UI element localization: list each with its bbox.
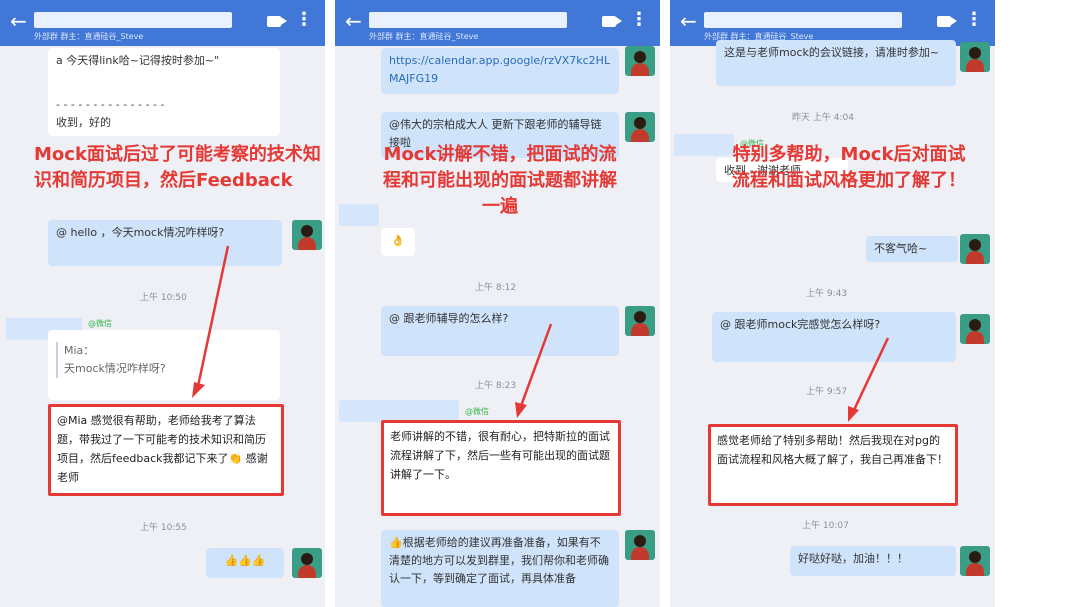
pointer-arrow xyxy=(848,337,890,422)
avatar xyxy=(292,220,322,250)
video-call-icon[interactable] xyxy=(937,16,957,27)
divider-text: - - - - - - - - - - - - - - - xyxy=(56,98,165,111)
quoted-text: 天mock情况咋样呀? xyxy=(64,362,166,375)
avatar xyxy=(960,546,990,576)
link-message[interactable]: https://calendar.app.google/rzVX7kc2HLMA… xyxy=(381,48,619,94)
quoted-author: Mia： xyxy=(64,344,95,357)
chat-header: ← 外部群 群主：直通硅谷_Steve ⋮ xyxy=(0,0,325,46)
highlighted-message: 老师讲解的不错，很有耐心，把特斯拉的面试流程讲解了下，然后一些有可能出现的面试题… xyxy=(381,420,621,516)
group-subtitle: 外部群 群主：直通硅谷_Steve xyxy=(34,32,144,41)
message-text: a 今天得link哈~记得按时参加~" xyxy=(56,54,220,67)
timestamp: 昨天 上午 4:04 xyxy=(792,113,854,123)
message-text: @ hello ，今天mock情况咋样呀? xyxy=(56,226,225,239)
timestamp: 上午 9:57 xyxy=(806,387,848,397)
annotation-text: Mock面试后过了可能考察的技术知识和简历项目，然后Feedback xyxy=(34,144,321,191)
avatar xyxy=(960,234,990,264)
avatar xyxy=(625,530,655,560)
more-icon[interactable]: ⋮ xyxy=(965,10,983,30)
timestamp: 上午 10:50 xyxy=(140,293,187,303)
back-arrow-icon[interactable]: ← xyxy=(680,9,697,33)
message-bubble: - - - - - - - - - - - - - - - 收到，好的 xyxy=(48,92,280,136)
message-bubble: @ 跟老师辅导的怎么样? xyxy=(381,306,619,356)
message-text: 不客气哈~ xyxy=(874,242,928,255)
timestamp: 上午 9:43 xyxy=(806,289,848,299)
more-icon[interactable]: ⋮ xyxy=(295,10,313,30)
chat-title-redacted xyxy=(34,12,232,28)
quoted-message: Mia： 天mock情况咋样呀? xyxy=(56,342,272,378)
avatar xyxy=(960,314,990,344)
message-bubble: 不客气哈~ xyxy=(866,236,958,262)
video-call-icon[interactable] xyxy=(267,16,287,27)
avatar xyxy=(960,42,990,72)
message-bubble: 好哒好哒，加油！！！ xyxy=(790,546,956,576)
message-text: @ 跟老师辅导的怎么样? xyxy=(389,312,509,325)
timestamp: 上午 8:23 xyxy=(475,381,517,391)
message-bubble: @ hello ，今天mock情况咋样呀? xyxy=(48,220,282,266)
chat-title-redacted xyxy=(704,12,902,28)
chat-title-redacted xyxy=(369,12,567,28)
message-text: 这是与老师mock的会议链接，请准时参加~ xyxy=(724,46,940,59)
message-text: @Mia 感觉很有帮助，老师给我考了算法题，带我过了一下可能考的技术知识和简历项… xyxy=(57,414,268,484)
timestamp: 上午 8:12 xyxy=(475,283,517,293)
chat-panel-3: ← 外部群 群主：直通硅谷_Steve ⋮ 这是与老师mock的会议链接，请准时… xyxy=(670,0,995,607)
message-bubble: 👌 xyxy=(381,228,415,256)
message-text: 收到，好的 xyxy=(56,116,111,129)
avatar xyxy=(625,112,655,142)
timestamp: 上午 10:55 xyxy=(140,523,187,533)
chat-panel-2: ← 外部群 群主：直通硅谷_Steve ⋮ https://calendar.a… xyxy=(335,0,660,607)
quote-bubble: Mia： 天mock情况咋样呀? xyxy=(48,330,280,400)
message-text: 👍根据老师给的建议再准备准备，如果有不清楚的地方可以发到群里，我们帮你和老师确认… xyxy=(389,536,609,585)
chat-panel-1: ← 外部群 群主：直通硅谷_Steve ⋮ a 今天得link哈~记得按时参加~… xyxy=(0,0,325,607)
more-icon[interactable]: ⋮ xyxy=(630,10,648,30)
annotation-text: 特别多帮助，Mock后对面试流程和面试风格更加了解了！ xyxy=(732,144,966,191)
group-subtitle: 外部群 群主：直通硅谷_Steve xyxy=(369,32,479,41)
annotation-text: Mock讲解不错，把面试的流程和可能出现的面试题都讲解一遍 xyxy=(383,144,617,217)
message-bubble: 👍根据老师给的建议再准备准备，如果有不清楚的地方可以发到群里，我们帮你和老师确认… xyxy=(381,530,619,607)
message-bubble: 这是与老师mock的会议链接，请准时参加~ xyxy=(716,40,956,86)
ok-hand-icon: 👌 xyxy=(391,234,405,247)
wechat-tag: @微信 xyxy=(88,319,112,328)
back-arrow-icon[interactable]: ← xyxy=(10,9,27,33)
thumbs-up-icon: 👍👍👍 xyxy=(224,554,266,567)
message-bubble: 👍👍👍 xyxy=(206,548,284,578)
highlighted-message: @Mia 感觉很有帮助，老师给我考了算法题，带我过了一下可能考的技术知识和简历项… xyxy=(48,404,284,496)
message-text: 老师讲解的不错，很有耐心，把特斯拉的面试流程讲解了下，然后一些有可能出现的面试题… xyxy=(390,430,610,481)
avatar xyxy=(625,306,655,336)
video-call-icon[interactable] xyxy=(602,16,622,27)
wechat-tag: @微信 xyxy=(465,407,489,416)
calendar-link[interactable]: https://calendar.app.google/rzVX7kc2HLMA… xyxy=(389,54,610,85)
back-arrow-icon[interactable]: ← xyxy=(345,9,362,33)
avatar xyxy=(292,548,322,578)
timestamp: 上午 10:07 xyxy=(802,521,849,531)
redacted-name xyxy=(339,204,379,226)
avatar xyxy=(625,46,655,76)
message-text: 好哒好哒，加油！！！ xyxy=(798,552,908,565)
chat-header: ← 外部群 群主：直通硅谷_Steve ⋮ xyxy=(335,0,660,46)
message-text: @ 跟老师mock完感觉怎么样呀? xyxy=(720,318,881,331)
message-text: 感觉老师给了特别多帮助！然后我现在对pg的面试流程和风格大概了解了，我自己再准备… xyxy=(717,434,948,466)
message-bubble: @ 跟老师mock完感觉怎么样呀? xyxy=(712,312,956,362)
highlighted-message: 感觉老师给了特别多帮助！然后我现在对pg的面试流程和风格大概了解了，我自己再准备… xyxy=(708,424,958,506)
redacted-name xyxy=(339,400,459,422)
